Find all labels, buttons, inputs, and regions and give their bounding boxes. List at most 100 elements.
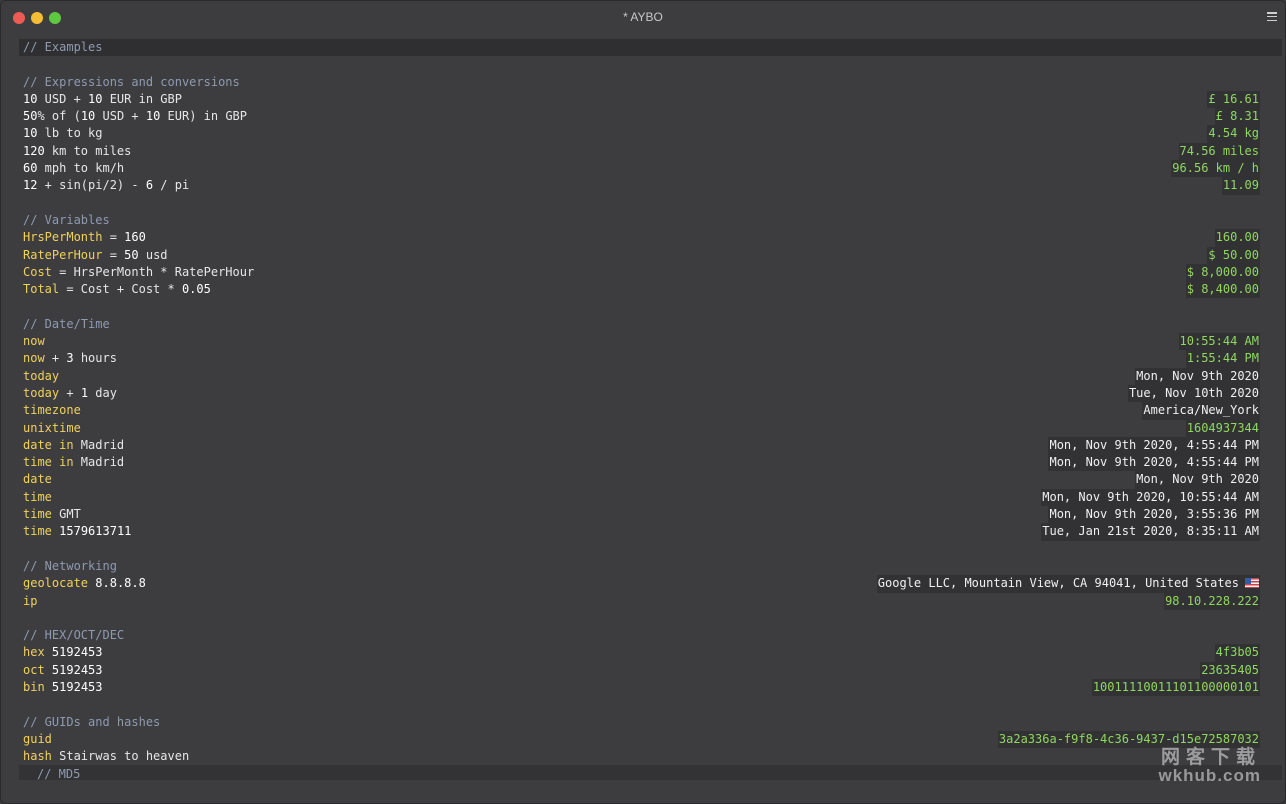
text-token: USD + xyxy=(37,91,89,106)
expression-line[interactable]: date Mon, Nov 9th 2020 xyxy=(19,471,1282,489)
result-value[interactable]: Mon, Nov 9th 2020, 4:55:44 PM xyxy=(1048,436,1260,455)
result-value[interactable]: 96.56 km / h xyxy=(1171,160,1260,178)
expression-line[interactable]: 10 USD + 10 EUR in GBP £ 16.61 xyxy=(19,90,1282,109)
comment-line[interactable]: // Expressions and conversions xyxy=(19,74,1282,91)
result-value[interactable]: 1604937344 xyxy=(1185,419,1260,437)
result-value[interactable]: $ 8,400.00 xyxy=(1185,281,1260,299)
keyword-token: time in xyxy=(23,455,74,470)
result-value[interactable]: Mon, Nov 9th 2020 xyxy=(1135,367,1260,385)
expression-line[interactable]: 60 mph to km/h 96.56 km / h xyxy=(19,160,1282,178)
result-value[interactable]: £ 8.31 xyxy=(1214,108,1260,126)
result-text: $ 8,000.00 xyxy=(1186,264,1259,279)
result-text: 74.56 miles xyxy=(1179,143,1259,158)
keyword-token: hex xyxy=(23,645,45,660)
number-token: 10 xyxy=(88,91,103,106)
result-value[interactable]: America/New_York xyxy=(1142,402,1260,420)
hamburger-menu-icon[interactable] xyxy=(1267,12,1277,21)
expression-line[interactable]: geolocate 8.8.8.8 Google LLC, Mountain Vi… xyxy=(19,575,1282,593)
expression-line[interactable]: timezone America/New_York xyxy=(19,402,1282,420)
result-value[interactable]: $ 50.00 xyxy=(1207,246,1260,264)
blank-line[interactable] xyxy=(19,610,1282,627)
expression-line[interactable]: now + 3 hours 1:55:44 PM xyxy=(19,350,1282,368)
expression-line[interactable]: now 10:55:44 AM xyxy=(19,333,1282,351)
result-value[interactable]: Tue, Jan 21st 2020, 8:35:11 AM xyxy=(1041,523,1260,541)
expression-line[interactable]: bin 5192453 10011110011101100000101 xyxy=(19,678,1282,697)
comment-line[interactable]: // Date/Time xyxy=(19,316,1282,333)
text-token: usd xyxy=(138,247,168,262)
comment-line[interactable]: // Examples xyxy=(19,39,1282,57)
result-value[interactable]: Google LLC, Mountain View, CA 94041, Uni… xyxy=(876,575,1260,593)
comment-line[interactable]: // Networking xyxy=(19,558,1282,575)
expression-line[interactable]: time in Madrid Mon, Nov 9th 2020, 4:55:44… xyxy=(19,454,1282,472)
result-text: Mon, Nov 9th 2020, 3:55:36 PM xyxy=(1049,507,1259,522)
comment-text: // Date/Time xyxy=(23,316,110,331)
number-token: 8.8.8.8 xyxy=(95,576,146,591)
expression-line[interactable]: 120 km to miles 74.56 miles xyxy=(19,142,1282,161)
expression-line[interactable]: date in Madrid Mon, Nov 9th 2020, 4:55:44… xyxy=(19,436,1282,455)
expression-line[interactable]: today + 1 day Tue, Nov 10th 2020 xyxy=(19,384,1282,403)
expression-line[interactable]: 12 + sin(pi/2) - 6 / pi 11.09 xyxy=(19,177,1282,195)
editor[interactable]: // Examples // Expressions and conversio… xyxy=(19,39,1282,765)
blank-line[interactable] xyxy=(19,696,1282,713)
expression-line[interactable]: oct 5192453 23635405 xyxy=(19,661,1282,679)
keyword-token: Cost xyxy=(23,264,52,279)
text-token: + xyxy=(59,385,81,400)
blank-line[interactable] xyxy=(19,195,1282,212)
result-value[interactable]: 4.54 kg xyxy=(1207,125,1260,143)
result-value[interactable]: $ 8,000.00 xyxy=(1185,263,1260,282)
keyword-token: date xyxy=(23,472,52,487)
expression-line[interactable]: hex 5192453 4f3b05 xyxy=(19,644,1282,662)
blank-line[interactable] xyxy=(19,541,1282,558)
expression-line[interactable]: Total = Cost + Cost * 0.05 $ 8,400.00 xyxy=(19,281,1282,299)
result-value[interactable]: 160.00 xyxy=(1214,229,1260,247)
expression-line[interactable]: today Mon, Nov 9th 2020 xyxy=(19,367,1282,385)
comment-line[interactable]: // Variables xyxy=(19,212,1282,229)
expression-line[interactable]: 50% of (10 USD + 10 EUR) in GBP £ 8.31 xyxy=(19,108,1282,126)
result-value[interactable]: Mon, Nov 9th 2020, 10:55:44 AM xyxy=(1041,488,1260,507)
expression-line[interactable]: HrsPerMonth = 160 160.00 xyxy=(19,229,1282,247)
result-value[interactable]: £ 16.61 xyxy=(1207,90,1260,109)
expression-line[interactable]: Cost = HrsPerMonth * RatePerHour $ 8,000.… xyxy=(19,263,1282,282)
result-value[interactable]: 98.10.228.222 xyxy=(1164,592,1260,610)
expression-line[interactable]: unixtime 1604937344 xyxy=(19,419,1282,437)
expression-line[interactable]: guid 3a2a336a-f9f8-4c36-9437-d15e72587032 xyxy=(19,730,1282,749)
watermark-cn: 网客下载 xyxy=(1160,747,1261,768)
expression-line[interactable]: hash Stairwas to heaven xyxy=(19,748,1282,765)
expression-line[interactable]: 10 lb to kg 4.54 kg xyxy=(19,125,1282,143)
result-value[interactable]: 23635405 xyxy=(1200,661,1260,679)
result-value[interactable]: 4f3b05 xyxy=(1214,644,1260,662)
keyword-token: now xyxy=(23,351,45,366)
watermark-en: wkhub.com xyxy=(1158,766,1261,785)
result-value[interactable]: Mon, Nov 9th 2020, 4:55:44 PM xyxy=(1048,454,1260,472)
result-text: 1604937344 xyxy=(1186,420,1259,435)
expression-line[interactable]: time Mon, Nov 9th 2020, 10:55:44 AM xyxy=(19,488,1282,507)
comment-text: // Expressions and conversions xyxy=(23,74,240,89)
blank-line[interactable] xyxy=(19,298,1282,315)
keyword-token: timezone xyxy=(23,403,81,418)
blank-line[interactable] xyxy=(19,56,1282,73)
expression-line[interactable]: RatePerHour = 50 usd $ 50.00 xyxy=(19,246,1282,264)
result-value[interactable]: 11.09 xyxy=(1221,177,1260,195)
keyword-token: unixtime xyxy=(23,420,81,435)
result-value[interactable]: 74.56 miles xyxy=(1178,142,1260,161)
result-value[interactable]: 10:55:44 AM xyxy=(1178,333,1260,351)
result-value[interactable]: 3a2a336a-f9f8-4c36-9437-d15e72587032 xyxy=(997,730,1260,749)
text-token: Stairwas to heaven xyxy=(51,749,190,764)
result-value[interactable]: Mon, Nov 9th 2020, 3:55:36 PM xyxy=(1048,506,1260,524)
result-text: Mon, Nov 9th 2020, 4:55:44 PM xyxy=(1049,455,1259,470)
result-text: $ 8,400.00 xyxy=(1186,282,1259,297)
expression-line[interactable]: time 1579613711 Tue, Jan 21st 2020, 8:35:… xyxy=(19,523,1282,541)
expression-line[interactable]: ip 98.10.228.222 xyxy=(19,592,1282,610)
result-text: Tue, Jan 21st 2020, 8:35:11 AM xyxy=(1042,524,1259,539)
result-value[interactable]: Tue, Nov 10th 2020 xyxy=(1127,384,1260,403)
comment-line[interactable]: // HEX/OCT/DEC xyxy=(19,627,1282,644)
result-value[interactable]: 10011110011101100000101 xyxy=(1091,678,1260,697)
keyword-token: time xyxy=(23,524,52,539)
result-value[interactable]: 1:55:44 PM xyxy=(1185,350,1260,368)
result-value[interactable]: Mon, Nov 9th 2020 xyxy=(1135,471,1260,489)
comment-line[interactable]: // GUIDs and hashes xyxy=(19,714,1282,731)
number-token: 1 xyxy=(80,385,89,400)
expression-line[interactable]: time GMT Mon, Nov 9th 2020, 3:55:36 PM xyxy=(19,506,1282,524)
watermark: 网客下载 wkhub.com xyxy=(1158,747,1261,785)
